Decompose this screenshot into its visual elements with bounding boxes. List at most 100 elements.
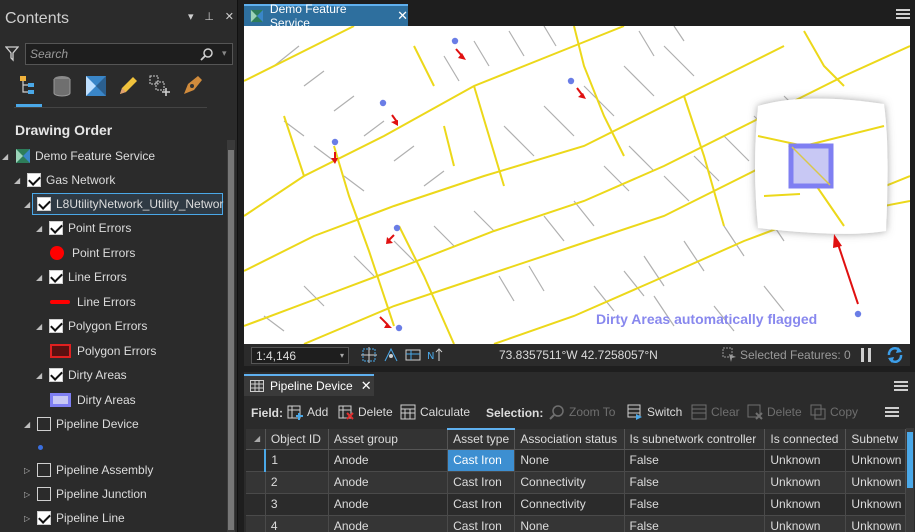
- menu-icon[interactable]: [894, 380, 908, 392]
- add-field-button[interactable]: Add: [287, 402, 328, 422]
- tree-item-pipeline-assembly[interactable]: ▷ Pipeline Assembly: [24, 459, 153, 481]
- table-row[interactable]: 1 Anode Cast Iron None False Unknown Unk…: [246, 449, 906, 472]
- row-header[interactable]: [246, 515, 266, 532]
- table-cell[interactable]: Unknown: [764, 471, 847, 494]
- tree-item-gas-network[interactable]: ◢ Gas Network: [14, 169, 115, 191]
- search-input[interactable]: [30, 46, 190, 62]
- tree-item-dirty-areas[interactable]: ◢ Dirty Areas: [36, 364, 127, 386]
- table-cell[interactable]: 1: [265, 449, 329, 472]
- table-row[interactable]: 3 Anode Cast Iron Connectivity False Unk…: [246, 493, 906, 516]
- snapping-icon[interactable]: [180, 74, 204, 98]
- column-header[interactable]: Asset group: [328, 429, 449, 450]
- expand-icon[interactable]: ▷: [24, 466, 34, 475]
- table-cell-selected[interactable]: Cast Iron: [447, 449, 516, 472]
- visibility-checkbox[interactable]: [37, 487, 51, 501]
- visibility-checkbox[interactable]: [37, 197, 51, 211]
- visibility-checkbox[interactable]: [49, 270, 63, 284]
- table-cell[interactable]: Anode: [328, 515, 449, 532]
- database-icon[interactable]: [50, 74, 74, 98]
- expand-icon[interactable]: ▷: [24, 514, 34, 523]
- tab-pipeline-device[interactable]: Pipeline Device ✕: [244, 374, 374, 396]
- tree-item-point-errors[interactable]: ◢ Point Errors: [36, 217, 131, 239]
- table-cell[interactable]: Connectivity: [514, 493, 625, 516]
- visibility-checkbox[interactable]: [49, 319, 63, 333]
- table-cell[interactable]: 4: [265, 515, 329, 532]
- grid-extent-icon[interactable]: [361, 347, 377, 363]
- tree-item-utility-network[interactable]: ◢ L8UtilityNetwork_Utility_Network: [24, 193, 224, 215]
- zoom-to-button[interactable]: Zoom To: [549, 402, 615, 422]
- table-cell[interactable]: False: [624, 493, 766, 516]
- table-cell[interactable]: False: [624, 449, 766, 472]
- row-header[interactable]: [246, 493, 266, 516]
- delete-field-button[interactable]: Delete: [338, 402, 393, 422]
- visibility-checkbox[interactable]: [37, 511, 51, 525]
- collapse-icon[interactable]: ◢: [14, 176, 24, 185]
- column-header[interactable]: Is subnetwork controller: [624, 429, 766, 450]
- pause-icon[interactable]: [860, 348, 872, 362]
- tree-item-polygon-errors[interactable]: ◢ Polygon Errors: [36, 315, 147, 337]
- visibility-checkbox[interactable]: [27, 173, 41, 187]
- source-map-icon[interactable]: [84, 74, 108, 98]
- switch-selection-button[interactable]: Switch: [627, 402, 682, 422]
- refresh-icon[interactable]: [886, 346, 904, 364]
- visibility-checkbox[interactable]: [49, 221, 63, 235]
- map-canvas[interactable]: Dirty Areas automatically flagged: [244, 26, 910, 344]
- pane-options-icon[interactable]: ▾: [188, 10, 194, 23]
- table-snap-icon[interactable]: [405, 347, 421, 363]
- row-header[interactable]: [246, 449, 267, 472]
- table-cell[interactable]: False: [624, 471, 766, 494]
- table-cell[interactable]: Cast Iron: [447, 515, 516, 532]
- column-header[interactable]: Asset type: [447, 428, 516, 450]
- collapse-icon[interactable]: ◢: [2, 152, 12, 161]
- table-cell[interactable]: None: [514, 515, 625, 532]
- list-by-drawing-order-icon[interactable]: [18, 74, 42, 98]
- tree-item-pipeline-junction[interactable]: ▷ Pipeline Junction: [24, 483, 147, 505]
- table-cell[interactable]: Unknown: [764, 515, 847, 532]
- scale-selector[interactable]: 1:4,146 ▾: [251, 347, 349, 364]
- table-row[interactable]: 2 Anode Cast Iron Connectivity False Unk…: [246, 471, 906, 494]
- expand-icon[interactable]: ▷: [24, 490, 34, 499]
- table-cell[interactable]: Unknown: [845, 515, 906, 532]
- select-all-corner[interactable]: ◢: [246, 429, 266, 450]
- edit-pencil-icon[interactable]: [116, 74, 140, 98]
- contents-scrollbar-thumb[interactable]: [228, 150, 234, 530]
- add-selection-icon[interactable]: [148, 74, 172, 98]
- table-cell[interactable]: Cast Iron: [447, 493, 516, 516]
- table-scrollbar-thumb[interactable]: [907, 432, 913, 488]
- close-icon[interactable]: ✕: [361, 378, 372, 394]
- calculate-field-button[interactable]: Calculate: [400, 402, 470, 422]
- collapse-icon[interactable]: ◢: [36, 322, 46, 331]
- tree-item-pipeline-device[interactable]: ◢ Pipeline Device: [24, 413, 139, 435]
- table-cell[interactable]: Unknown: [845, 493, 906, 516]
- filter-icon[interactable]: [5, 46, 19, 62]
- tree-item-demo-feature-service[interactable]: ◢ Demo Feature Service: [2, 145, 155, 167]
- close-icon[interactable]: ✕: [397, 8, 408, 24]
- table-cell[interactable]: Anode: [328, 493, 449, 516]
- table-cell[interactable]: Unknown: [764, 493, 847, 516]
- table-cell[interactable]: Unknown: [845, 471, 906, 494]
- attribute-grid[interactable]: ◢ Object ID Asset group Asset type Assoc…: [246, 428, 906, 532]
- close-icon[interactable]: ✕: [225, 10, 234, 23]
- table-cell[interactable]: False: [624, 515, 766, 532]
- table-cell[interactable]: Unknown: [764, 449, 847, 472]
- tree-item-pipeline-line[interactable]: ▷ Pipeline Line: [24, 507, 125, 529]
- table-cell[interactable]: Connectivity: [514, 471, 625, 494]
- collapse-icon[interactable]: ◢: [36, 224, 46, 233]
- row-header[interactable]: [246, 471, 266, 494]
- column-header[interactable]: Object ID: [265, 429, 329, 450]
- collapse-icon[interactable]: ◢: [24, 200, 34, 209]
- table-cell[interactable]: Anode: [328, 471, 449, 494]
- pin-icon[interactable]: ⊥: [204, 10, 214, 23]
- visibility-checkbox[interactable]: [37, 417, 51, 431]
- table-cell[interactable]: Unknown: [845, 449, 906, 472]
- column-header[interactable]: Subnetw: [845, 429, 906, 450]
- chevron-down-icon[interactable]: ▾: [222, 48, 227, 59]
- collapse-icon[interactable]: ◢: [36, 273, 46, 282]
- clear-selection-button[interactable]: Clear: [691, 402, 740, 422]
- menu-icon[interactable]: [896, 8, 910, 20]
- table-cell[interactable]: 2: [265, 471, 329, 494]
- column-header[interactable]: Is connected: [764, 429, 847, 450]
- table-cell[interactable]: None: [514, 449, 625, 472]
- delete-selection-button[interactable]: Delete: [747, 402, 802, 422]
- table-cell[interactable]: Cast Iron: [447, 471, 516, 494]
